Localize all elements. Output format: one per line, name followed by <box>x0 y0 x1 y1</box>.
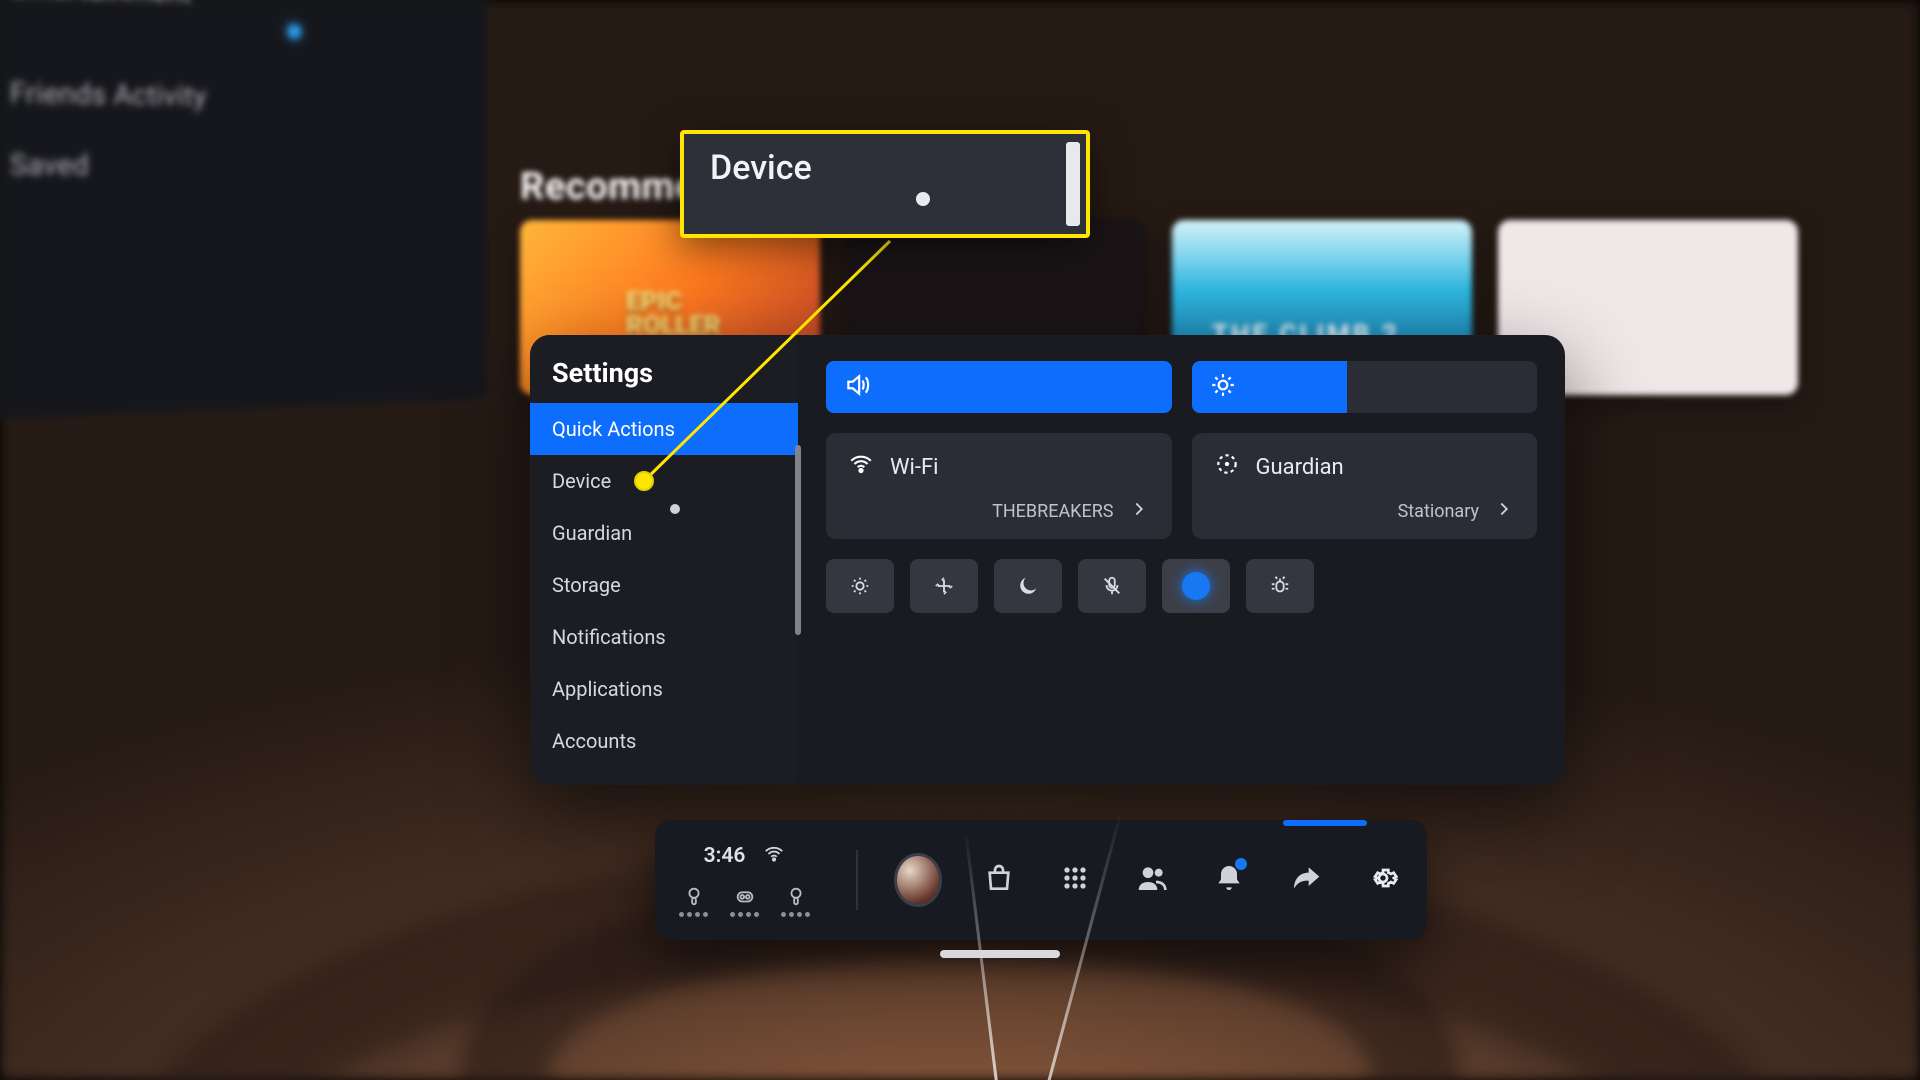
dock-store-button[interactable] <box>978 862 1019 898</box>
settings-nav-label: Device <box>552 469 611 493</box>
selected-dot-icon <box>288 24 301 38</box>
guardian-icon <box>1214 451 1240 483</box>
left-controller-battery-icon <box>679 885 708 917</box>
settings-panel: Settings Quick Actions Device Guardian S… <box>530 335 1565 785</box>
wifi-status-icon <box>763 843 785 869</box>
dock-active-indicator <box>1283 820 1367 826</box>
quick-actions-content: Wi-Fi THEBREAKERS Guardian Stati <box>798 335 1565 785</box>
wifi-icon <box>848 451 874 483</box>
toggle-do-not-disturb[interactable] <box>994 559 1062 613</box>
explore-sidebar: Entertainment Friends Activity Saved <box>0 0 488 421</box>
scrollbar[interactable] <box>795 445 801 635</box>
guardian-card[interactable]: Guardian Stationary <box>1192 433 1538 539</box>
quick-toggle-row <box>826 559 1537 613</box>
settings-nav-quick-actions[interactable]: Quick Actions <box>530 403 798 455</box>
settings-nav-applications[interactable]: Applications <box>530 663 798 715</box>
chevron-right-icon <box>1493 498 1515 525</box>
sidebar-item-friends-activity[interactable]: Friends Activity <box>0 56 488 133</box>
dock-share-button[interactable] <box>1285 862 1326 898</box>
sidebar-item-label: Entertainment <box>10 0 192 9</box>
toggle-passthrough[interactable] <box>1162 559 1230 613</box>
notification-badge-icon <box>1235 858 1247 870</box>
dock-people-button[interactable] <box>1132 862 1173 898</box>
settings-sidebar: Settings Quick Actions Device Guardian S… <box>530 335 798 785</box>
callout-highlight: Device <box>680 130 1090 238</box>
settings-title: Settings <box>530 349 798 403</box>
right-controller-battery-icon <box>781 885 810 917</box>
clock: 3:46 <box>704 844 746 868</box>
settings-nav-device[interactable]: Device <box>530 455 798 507</box>
settings-nav-storage[interactable]: Storage <box>530 559 798 611</box>
dock-apps-button[interactable] <box>1055 862 1096 898</box>
system-dock: 3:46 <box>655 820 1427 940</box>
settings-nav-accounts[interactable]: Accounts <box>530 715 798 767</box>
headset-battery-icon <box>730 885 759 917</box>
brightness-icon <box>1210 372 1236 402</box>
profile-avatar[interactable] <box>894 853 943 907</box>
chevron-right-icon <box>1128 498 1150 525</box>
battery-indicators <box>679 885 810 917</box>
guardian-mode: Stationary <box>1398 501 1479 522</box>
toggle-reset-view[interactable] <box>910 559 978 613</box>
callout-label: Device <box>710 148 812 188</box>
wifi-title: Wi-Fi <box>890 455 938 480</box>
callout-anchor-dot <box>634 471 654 491</box>
wifi-ssid: THEBREAKERS <box>992 501 1113 522</box>
window-grab-handle[interactable] <box>940 950 1060 958</box>
wifi-card[interactable]: Wi-Fi THEBREAKERS <box>826 433 1172 539</box>
dock-settings-button[interactable] <box>1362 862 1403 898</box>
active-glow-icon <box>1182 572 1210 600</box>
divider <box>856 850 858 910</box>
brightness-slider[interactable] <box>1192 361 1538 413</box>
guardian-title: Guardian <box>1256 455 1344 480</box>
settings-nav-guardian[interactable]: Guardian <box>530 507 798 559</box>
toggle-bug-report[interactable] <box>1246 559 1314 613</box>
dock-notifications-button[interactable] <box>1209 862 1250 898</box>
sidebar-item-saved[interactable]: Saved <box>0 128 488 200</box>
scrollbar-icon <box>1066 142 1080 226</box>
volume-slider[interactable] <box>826 361 1172 413</box>
toggle-night-display[interactable] <box>826 559 894 613</box>
settings-nav-notifications[interactable]: Notifications <box>530 611 798 663</box>
indicator-dot-icon <box>916 192 930 206</box>
toggle-mic-mute[interactable] <box>1078 559 1146 613</box>
volume-icon <box>844 372 870 402</box>
